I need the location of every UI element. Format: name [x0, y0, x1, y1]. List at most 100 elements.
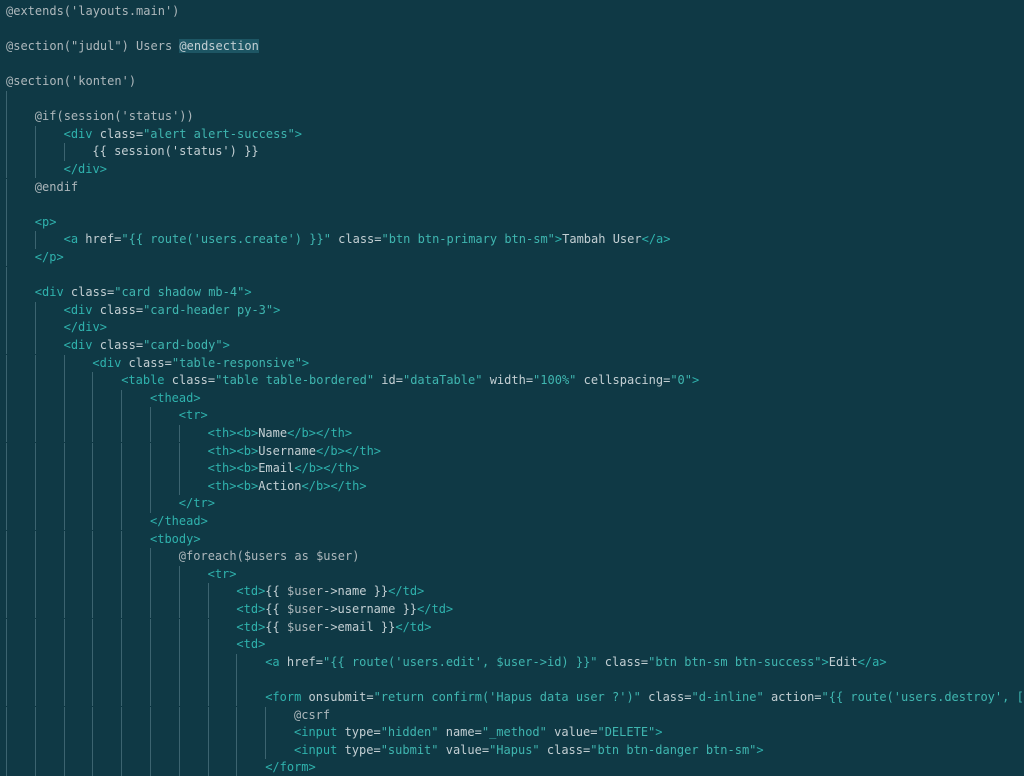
- indent-guide: [207, 600, 209, 619]
- code-line[interactable]: @section('konten'): [6, 73, 136, 91]
- code-token: >: [756, 742, 764, 757]
- code-line[interactable]: @extends('layouts.main'): [6, 3, 179, 21]
- code-line[interactable]: <td>{{ $user->name }}</td>: [236, 583, 424, 601]
- code-line[interactable]: @if(session('status')): [35, 108, 194, 126]
- indent-guide: [150, 495, 151, 513]
- code-line[interactable]: <form onsubmit="return confirm('Hapus da…: [265, 689, 1024, 707]
- indent-guide: [6, 495, 7, 513]
- code-token: @section('konten'): [6, 73, 137, 88]
- code-line[interactable]: <th><b>Username</b></th>: [208, 443, 381, 461]
- code-token: action=: [763, 689, 822, 704]
- indent-guide: [6, 266, 7, 285]
- indent-guide: [92, 724, 94, 742]
- indent-guide: [63, 143, 65, 161]
- indent-guide: [34, 301, 36, 320]
- code-token: <a: [265, 654, 287, 669]
- code-line[interactable]: <div class="table-responsive">: [92, 355, 309, 373]
- code-token: <div: [63, 126, 100, 141]
- code-line[interactable]: <th><b>Email</b></th>: [208, 460, 360, 478]
- code-line[interactable]: <td>{{ $user->username }}</td>: [236, 601, 453, 619]
- code-line[interactable]: <p>: [35, 214, 57, 232]
- code-line[interactable]: </p>: [35, 249, 64, 267]
- indent-guide: [63, 565, 65, 584]
- indent-guide: [6, 354, 7, 373]
- indent-guide: [150, 548, 151, 566]
- code-line[interactable]: <tr>: [179, 407, 208, 425]
- code-token: Email: [258, 461, 295, 476]
- code-line[interactable]: </tr>: [179, 495, 215, 513]
- indent-guide: [121, 407, 123, 425]
- code-line[interactable]: @csrf: [294, 707, 330, 725]
- code-line[interactable]: <div class="card shadow mb-4">: [35, 284, 252, 302]
- code-token: "Hapus": [489, 742, 540, 757]
- code-line[interactable]: <input type="hidden" name="_method" valu…: [294, 724, 663, 742]
- code-token: <th>: [207, 461, 237, 476]
- indent-guide: [34, 583, 36, 601]
- indent-guide: [150, 565, 151, 584]
- indent-guide: [34, 160, 36, 179]
- code-token: Action: [258, 478, 302, 493]
- indent-guide: [63, 442, 65, 461]
- code-token: >: [294, 126, 303, 141]
- code-token: @section("judul") Users: [6, 38, 180, 53]
- code-token: type=: [344, 725, 381, 740]
- code-line[interactable]: </div>: [64, 161, 107, 179]
- code-token: <b>: [236, 478, 259, 493]
- code-line[interactable]: </div>: [64, 319, 107, 337]
- code-token: </div>: [63, 320, 107, 335]
- code-token: <th>: [207, 478, 237, 493]
- code-line[interactable]: <div class="card-body">: [64, 337, 230, 355]
- code-token: "{{ route('users.destroy', [$u: [821, 689, 1024, 704]
- code-line[interactable]: {{ session('status') }}: [92, 143, 258, 161]
- indent-guide: [6, 336, 7, 355]
- code-line[interactable]: <td>{{ $user->email }}</td>: [236, 619, 431, 637]
- code-line[interactable]: </thead>: [150, 513, 208, 531]
- code-token: <p>: [34, 214, 57, 229]
- code-line[interactable]: <a href="{{ route('users.create') }}" cl…: [64, 231, 671, 249]
- code-token: "hidden": [380, 725, 439, 740]
- code-token: >: [273, 302, 281, 317]
- code-line[interactable]: <td>: [236, 636, 265, 654]
- indent-guide: [63, 372, 65, 390]
- indent-guide: [178, 442, 180, 461]
- code-token: "card-body": [143, 337, 223, 352]
- code-editor[interactable]: @extends('layouts.main') @section("judul"…: [0, 0, 1024, 776]
- indent-guide: [34, 565, 36, 584]
- code-line[interactable]: <tbody>: [150, 531, 201, 549]
- code-token: <thead>: [150, 390, 201, 405]
- indent-guide: [207, 583, 209, 601]
- code-line[interactable]: <input type="submit" value="Hapus" class…: [294, 742, 764, 760]
- code-token: <b>: [236, 461, 259, 476]
- code-token: <div: [34, 285, 71, 300]
- code-token: <tr>: [207, 566, 237, 581]
- indent-guide: [265, 706, 267, 725]
- indent-guide: [63, 389, 65, 408]
- code-line[interactable]: <table class="table table-bordered" id="…: [121, 372, 699, 390]
- indent-guide: [63, 688, 65, 707]
- indent-guide: [6, 160, 7, 179]
- code-token: "{{ route('users.create') }}": [121, 232, 331, 247]
- code-line[interactable]: @endif: [35, 179, 78, 197]
- indent-guide: [34, 706, 36, 725]
- code-token: id=: [374, 373, 403, 388]
- code-line[interactable]: </form>: [265, 759, 316, 776]
- code-line[interactable]: <tr>: [208, 566, 237, 584]
- code-line[interactable]: <div class="alert alert-success">: [64, 126, 302, 144]
- indent-guide: [150, 636, 151, 654]
- code-token: class=: [597, 654, 649, 669]
- code-token: </th>: [330, 478, 367, 493]
- code-line[interactable]: <thead>: [150, 390, 201, 408]
- code-line[interactable]: <div class="card-header py-3">: [64, 302, 281, 320]
- code-token: "alert alert-success": [143, 126, 295, 141]
- code-line[interactable]: @foreach($users as $user): [179, 548, 360, 566]
- indent-guide: [6, 372, 7, 390]
- code-token: "_method": [481, 725, 547, 740]
- code-line[interactable]: <th><b>Action</b></th>: [208, 478, 367, 496]
- code-token: $user: [286, 601, 324, 616]
- code-line[interactable]: <th><b>Name</b></th>: [208, 425, 353, 443]
- indent-guide: [6, 231, 7, 249]
- code-line[interactable]: <a href="{{ route('users.edit', $user->i…: [265, 654, 886, 672]
- code-token: >: [222, 337, 230, 352]
- code-line[interactable]: @section("judul") Users @endsection: [6, 38, 259, 56]
- indent-guide: [34, 671, 36, 689]
